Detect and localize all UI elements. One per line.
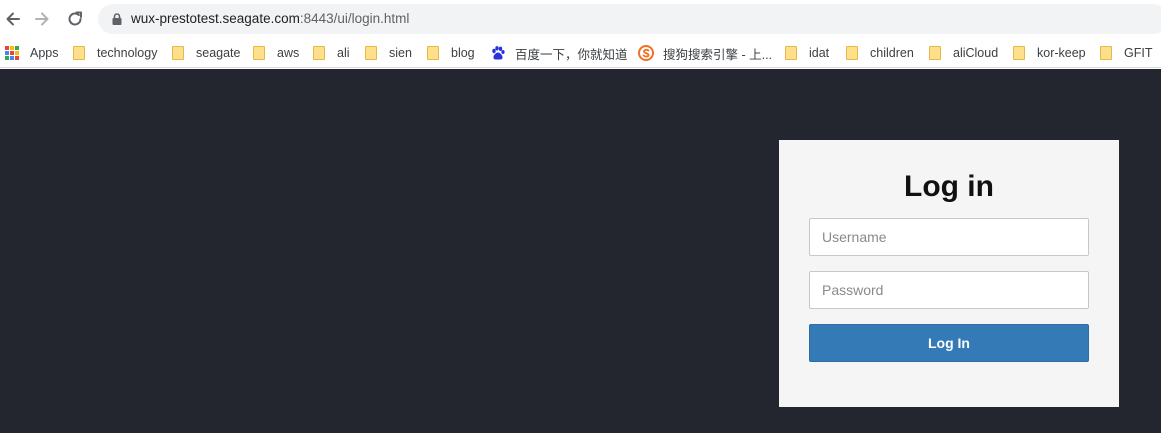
username-input[interactable] (809, 218, 1089, 256)
bookmark-apps[interactable]: Apps (2, 42, 59, 64)
folder-icon (1100, 46, 1112, 60)
folder-icon (427, 46, 439, 60)
folder-icon (172, 46, 184, 60)
password-input[interactable] (809, 271, 1089, 309)
bookmark-sogou[interactable]: 搜狗搜索引擎 - 上... (638, 42, 772, 64)
bookmark-seagate[interactable]: seagate (170, 42, 240, 64)
login-title: Log in (904, 170, 994, 203)
login-button[interactable]: Log In (809, 324, 1089, 362)
reload-icon (68, 11, 82, 26)
bookmark-blog[interactable]: blog (425, 42, 475, 64)
folder-icon (1013, 46, 1025, 60)
bookmark-label: ali (337, 46, 350, 60)
back-button[interactable] (0, 6, 26, 32)
bookmark-idat[interactable]: idat (783, 42, 829, 64)
bookmark-technology[interactable]: technology (71, 42, 157, 64)
bookmark-baidu[interactable]: 百度一下，你就知道 (490, 42, 628, 64)
bookmark-label: children (870, 46, 914, 60)
bookmarks-bar: Apps technology seagate aws ali sien blo… (0, 38, 1161, 68)
bookmark-label: aliCloud (953, 46, 999, 60)
url-host: wux-prestotest.seagate.com (131, 11, 300, 26)
folder-icon (929, 46, 941, 60)
bookmark-label: GFIT (1124, 46, 1153, 60)
url-path: :8443/ui/login.html (299, 11, 410, 26)
folder-icon (365, 46, 377, 60)
folder-icon (73, 46, 85, 60)
lock-icon (112, 13, 122, 25)
bookmark-label: 百度一下，你就知道 (515, 47, 628, 62)
bookmark-label: technology (97, 46, 158, 60)
folder-icon (253, 46, 265, 60)
page-background: Log in Log In (0, 69, 1161, 433)
bookmark-gfit[interactable]: GFIT (1098, 42, 1152, 64)
reload-button[interactable] (62, 6, 88, 32)
baidu-paw-icon (492, 46, 505, 60)
bookmark-label: aws (277, 46, 300, 60)
bookmark-children[interactable]: children (844, 42, 914, 64)
browser-toolbar: wux-prestotest.seagate.com:8443/ui/login… (0, 0, 1161, 38)
bookmark-label: idat (809, 46, 830, 60)
apps-grid-icon (5, 46, 19, 60)
arrow-right-icon (35, 12, 49, 26)
address-bar[interactable]: wux-prestotest.seagate.com:8443/ui/login… (98, 4, 1161, 34)
folder-icon (785, 46, 797, 60)
bookmark-label: seagate (196, 46, 241, 60)
login-card: Log in Log In (779, 140, 1119, 407)
folder-icon (846, 46, 858, 60)
sogou-icon (638, 45, 654, 61)
bookmark-kor-keep[interactable]: kor-keep (1011, 42, 1086, 64)
bookmark-label: blog (451, 46, 475, 60)
bookmark-aws[interactable]: aws (251, 42, 299, 64)
bookmark-ali[interactable]: ali (311, 42, 350, 64)
folder-icon (313, 46, 325, 60)
bookmark-label: sien (389, 46, 412, 60)
bookmark-alicloud[interactable]: aliCloud (927, 42, 998, 64)
arrow-left-icon (6, 12, 20, 26)
url-text: wux-prestotest.seagate.com:8443/ui/login… (131, 10, 409, 28)
bookmark-sien[interactable]: sien (363, 42, 412, 64)
bookmark-label: 搜狗搜索引擎 - 上... (663, 47, 773, 62)
forward-button[interactable] (29, 6, 55, 32)
bookmark-label: Apps (30, 46, 59, 60)
bookmark-label: kor-keep (1037, 46, 1086, 60)
